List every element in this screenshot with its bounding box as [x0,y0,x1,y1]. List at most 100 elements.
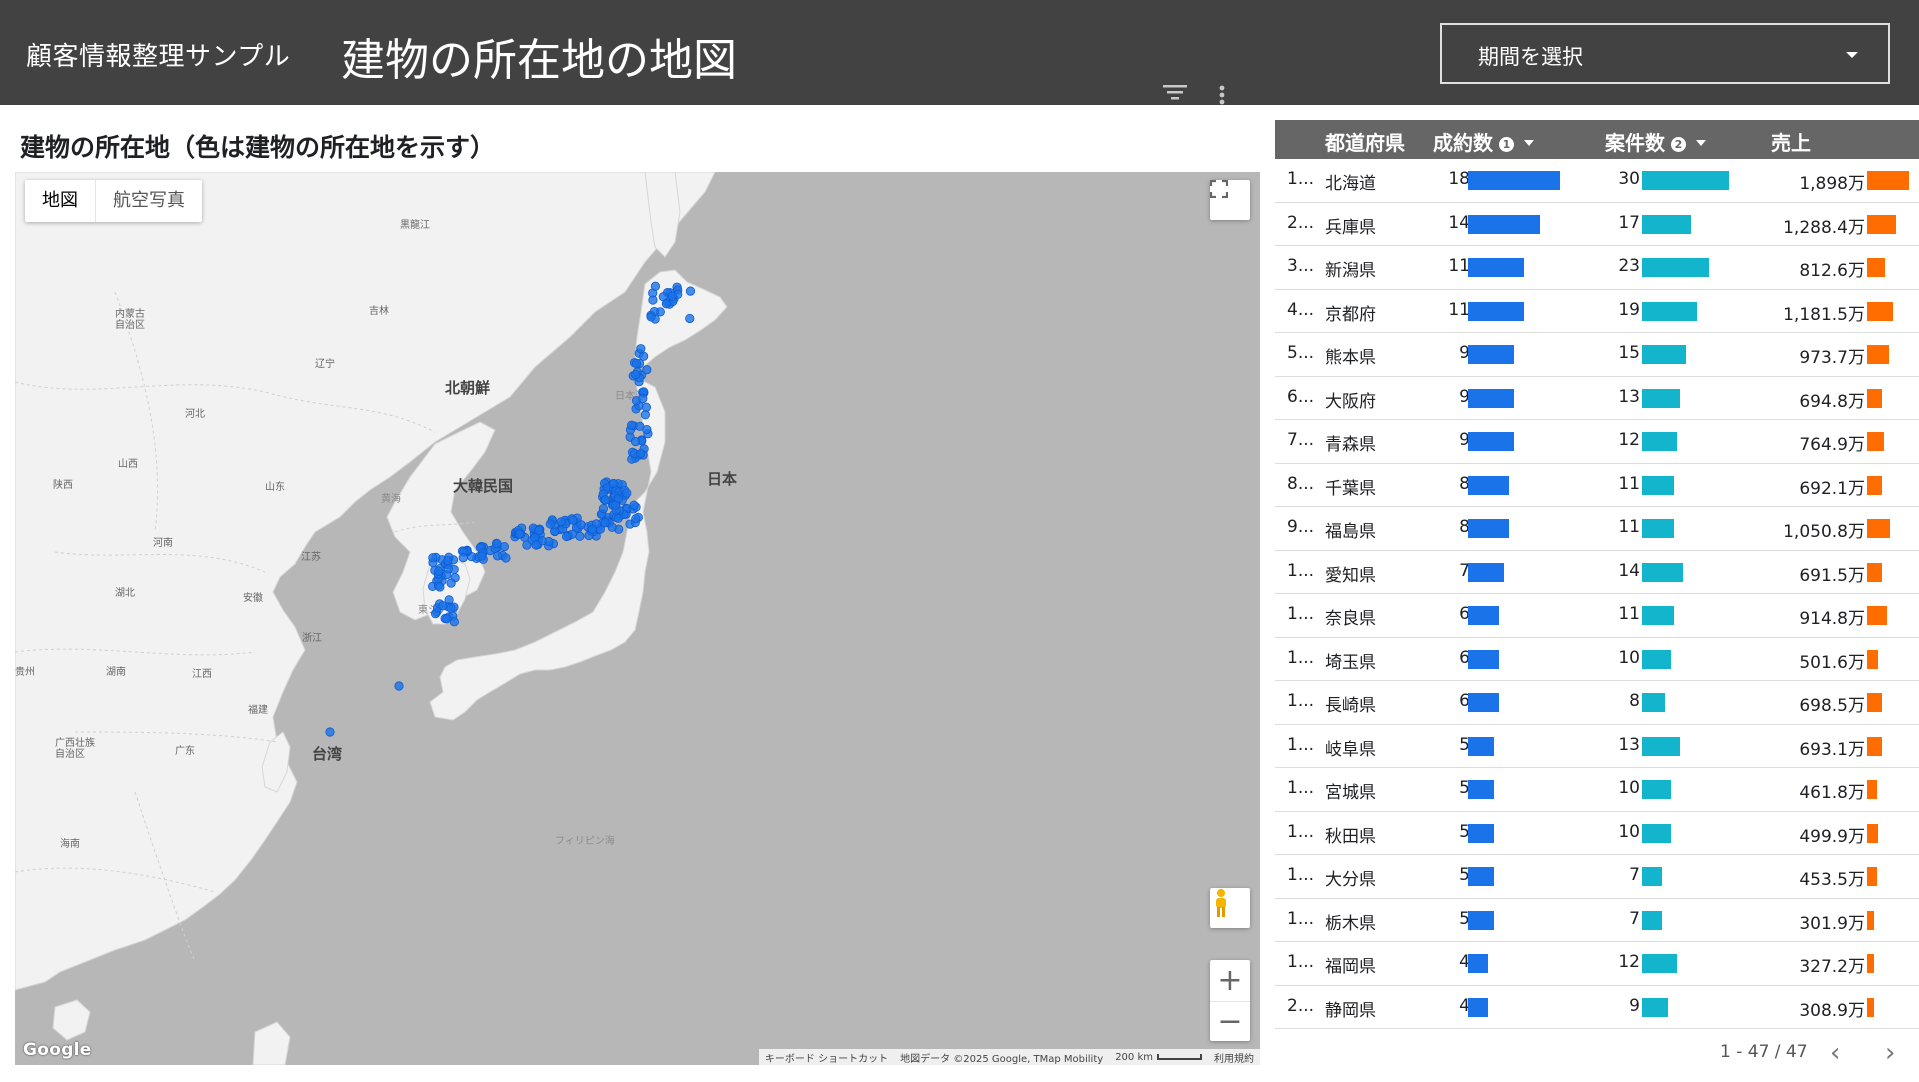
location-marker[interactable] [667,291,677,301]
contracts-bar [1468,171,1560,190]
location-marker[interactable] [627,420,637,430]
table-row[interactable]: 1... 岐阜県 5 13 693.1万 [1275,725,1919,768]
map-data-credit[interactable]: 地図データ ©2025 Google, TMap Mobility [894,1050,1109,1065]
location-marker[interactable] [636,344,646,354]
contracts-bar [1468,954,1488,973]
location-marker[interactable] [438,601,448,611]
table-row[interactable]: 1... 大分県 5 7 453.5万 [1275,855,1919,899]
location-marker[interactable] [640,410,650,420]
map-type-map-button[interactable]: 地図 [25,180,95,222]
location-marker[interactable] [449,617,459,627]
location-marker[interactable] [545,519,555,529]
location-marker[interactable] [442,614,452,624]
table-row[interactable]: 1... 長崎県 6 8 698.5万 [1275,681,1919,725]
table-row[interactable]: 7... 青森県 9 12 764.9万 [1275,420,1919,464]
location-marker[interactable] [499,541,509,552]
location-marker[interactable] [325,727,335,737]
info-icon[interactable]: 1 [1499,137,1514,152]
location-marker[interactable] [648,295,658,305]
location-marker[interactable] [608,478,619,489]
zoom-out-icon[interactable]: − [1210,1001,1250,1041]
prefecture-name: 宮城県 [1325,783,1376,803]
col-header-contracts[interactable]: 成約数 1 [1433,127,1534,156]
location-marker[interactable] [650,281,661,291]
table-row[interactable]: 1... 奈良県 6 11 914.8万 [1275,594,1919,638]
location-marker[interactable] [443,555,453,566]
table-row[interactable]: 1... 北海道 18 30 1,898万 [1275,159,1919,203]
location-marker[interactable] [685,286,696,296]
location-marker[interactable] [514,529,525,539]
location-marker[interactable] [636,448,646,459]
col-header-prefecture[interactable]: 都道府県 [1325,127,1405,156]
location-marker[interactable] [630,436,641,447]
terms-link[interactable]: 利用規約 [1208,1050,1260,1065]
table-row[interactable]: 5... 熊本県 9 15 973.7万 [1275,333,1919,377]
table-row[interactable]: 6... 大阪府 9 13 694.8万 [1275,377,1919,420]
table-row[interactable]: 1... 埼玉県 6 10 501.6万 [1275,638,1919,681]
location-marker[interactable] [501,553,511,563]
table-row[interactable]: 3... 新潟県 11 23 812.6万 [1275,246,1919,290]
date-range-picker[interactable]: 期間を選択 [1440,23,1890,84]
location-marker[interactable] [642,365,652,375]
location-marker[interactable] [631,369,641,380]
location-marker[interactable] [575,531,585,541]
location-marker[interactable] [435,582,445,592]
zoom-in-icon[interactable]: + [1210,960,1250,1000]
location-marker[interactable] [631,514,641,524]
location-marker[interactable] [635,421,645,431]
location-marker[interactable] [531,540,541,550]
street-view-pegman-icon[interactable] [1210,888,1250,928]
location-marker[interactable] [522,540,532,550]
location-marker[interactable] [477,551,487,561]
location-marker[interactable] [598,503,609,514]
location-marker[interactable] [443,564,453,574]
location-marker[interactable] [631,358,642,369]
location-marker[interactable] [434,566,444,576]
location-marker[interactable] [428,553,438,563]
table-row[interactable]: 2... 兵庫県 14 17 1,288.4万 [1275,203,1919,246]
table-row[interactable]: 1... 宮城県 5 10 461.8万 [1275,768,1919,812]
location-marker[interactable] [629,500,639,510]
location-marker[interactable] [394,681,404,691]
location-marker[interactable] [638,394,648,404]
location-marker[interactable] [458,553,468,563]
table-row[interactable]: 1... 秋田県 5 10 499.9万 [1275,812,1919,855]
table-row[interactable]: 1... 福岡県 4 12 327.2万 [1275,942,1919,986]
table-row[interactable]: 1... 愛知県 7 14 691.5万 [1275,551,1919,594]
location-marker[interactable] [611,500,621,510]
map-scale: 200 km [1109,1052,1208,1063]
location-marker[interactable] [561,531,572,542]
col-header-cases[interactable]: 案件数 2 [1605,127,1706,156]
location-marker[interactable] [622,488,632,498]
keyboard-shortcuts-link[interactable]: キーボード ショートカット [759,1050,894,1065]
table-row[interactable]: 1... 栃木県 5 7 301.9万 [1275,899,1919,942]
table-row[interactable]: 9... 福島県 8 11 1,050.8万 [1275,507,1919,551]
table-row[interactable]: 8... 千葉県 8 11 692.1万 [1275,464,1919,507]
location-map[interactable]: 黒龍江 内蒙古 自治区 吉林 辽宁 北朝鮮 日本海 河北 山西 陕西 山东 黄海… [15,172,1260,1065]
location-marker[interactable] [613,513,623,523]
location-marker[interactable] [446,603,456,613]
filter-icon[interactable] [1162,82,1188,107]
info-icon[interactable]: 2 [1671,137,1686,152]
location-marker[interactable] [685,313,695,324]
location-marker[interactable] [646,312,656,322]
table-row[interactable]: 2... 静岡県 4 9 308.9万 [1275,986,1919,1029]
location-marker[interactable] [639,351,649,361]
location-marker[interactable] [446,578,456,588]
cases-bar [1642,823,1671,843]
map-type-satellite-button[interactable]: 航空写真 [95,180,202,222]
location-marker[interactable] [556,517,566,527]
sales-bar [1867,519,1890,538]
location-marker[interactable] [600,495,611,505]
chevron-left-icon[interactable]: ‹ [1830,1038,1840,1068]
table-row[interactable]: 4... 京都府 11 19 1,181.5万 [1275,290,1919,333]
location-marker[interactable] [587,524,597,534]
fullscreen-icon[interactable] [1210,180,1250,220]
location-marker[interactable] [641,402,652,412]
chevron-right-icon[interactable]: › [1885,1038,1895,1068]
col-header-sales[interactable]: 売上 [1771,127,1811,156]
location-marker[interactable] [658,292,668,302]
location-marker[interactable] [568,515,578,525]
location-marker[interactable] [530,532,540,543]
more-options-icon[interactable] [1218,84,1226,111]
